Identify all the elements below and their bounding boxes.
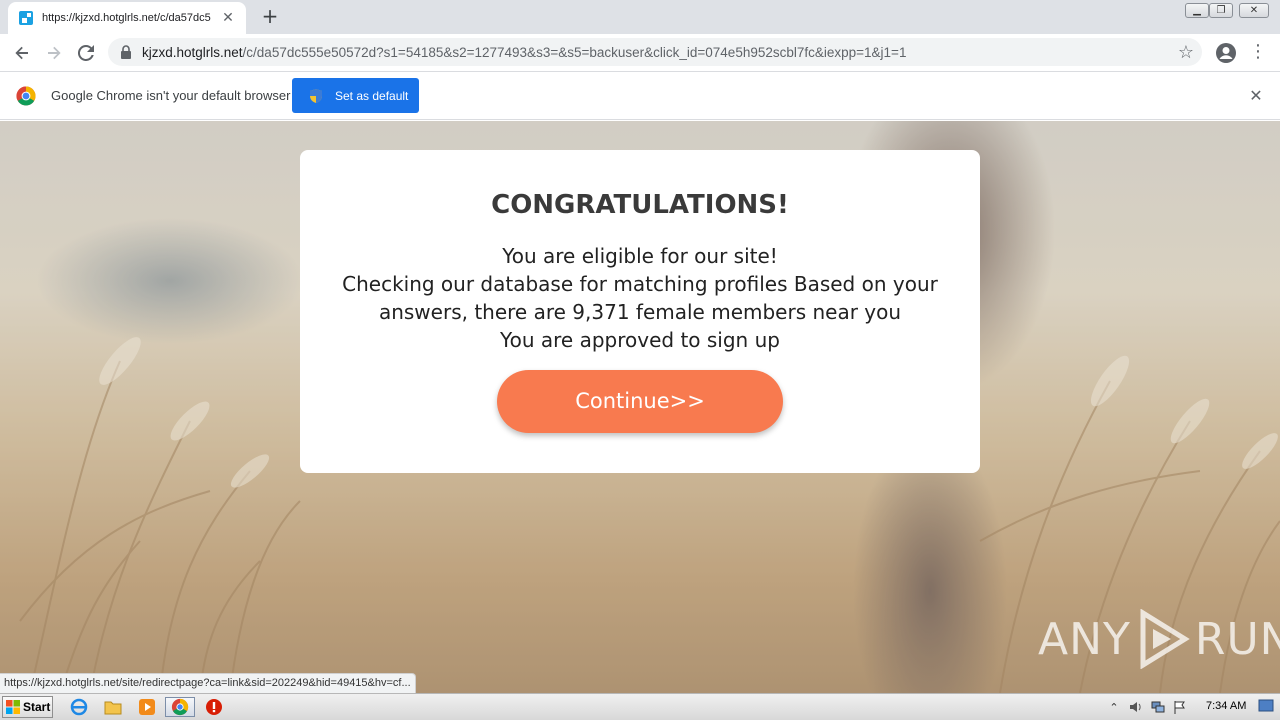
window-close-button[interactable]: ✕ xyxy=(1236,0,1272,20)
continue-button[interactable]: Continue>> xyxy=(497,370,783,433)
window-restore-button[interactable]: ❐ xyxy=(1206,0,1236,20)
play-triangle-icon xyxy=(1140,609,1190,669)
tab-close-icon[interactable]: ✕ xyxy=(220,10,236,26)
infobar-message: Google Chrome isn't your default browser xyxy=(51,88,291,103)
uac-shield-icon xyxy=(310,88,322,103)
browser-tab[interactable]: https://kjzxd.hotglrls.net/c/da57dc5 ✕ xyxy=(8,2,246,34)
browser-toolbar: kjzxd.hotglrls.net/c/da57dc555e50572d?s1… xyxy=(0,34,1280,72)
modal-body: You are eligible for our site! Checking … xyxy=(340,242,940,354)
congratulations-modal: CONGRATULATIONS! You are eligible for ou… xyxy=(300,150,980,473)
start-button[interactable]: Start xyxy=(2,696,53,718)
start-label: Start xyxy=(23,700,51,714)
reload-icon xyxy=(78,45,94,61)
lock-icon xyxy=(121,45,131,59)
modal-title: CONGRATULATIONS! xyxy=(491,190,789,220)
internet-explorer-icon[interactable] xyxy=(68,697,90,717)
network-icon[interactable] xyxy=(1150,699,1166,715)
url-text: kjzxd.hotglrls.net/c/da57dc555e50572d?s1… xyxy=(142,44,907,60)
taskbar-clock[interactable]: 7:34 AM xyxy=(1206,700,1246,712)
security-alert-icon[interactable] xyxy=(203,697,225,717)
default-browser-infobar: Google Chrome isn't your default browser… xyxy=(0,72,1280,120)
action-center-flag-icon[interactable] xyxy=(1172,699,1188,715)
media-player-icon[interactable] xyxy=(136,697,158,717)
account-icon[interactable] xyxy=(1214,41,1238,65)
windows-taskbar: Start ⌃ 7:34 AM xyxy=(0,693,1280,720)
infobar-close-icon[interactable]: ✕ xyxy=(1246,86,1266,106)
anyrun-watermark: ANY RUN xyxy=(1038,609,1280,669)
modal-line-approved: You are approved to sign up xyxy=(500,328,780,352)
volume-icon[interactable] xyxy=(1128,699,1144,715)
address-bar[interactable]: kjzxd.hotglrls.net/c/da57dc555e50572d?s1… xyxy=(108,38,1202,66)
chrome-taskbar-icon[interactable] xyxy=(165,697,195,717)
arrow-left-icon xyxy=(15,46,28,60)
modal-line-checking: Checking our database for matching profi… xyxy=(342,272,938,324)
set-as-default-button[interactable]: Set as default xyxy=(292,78,419,113)
back-button[interactable] xyxy=(10,41,34,65)
bookmark-star-icon[interactable]: ☆ xyxy=(1178,42,1194,63)
kebab-menu-icon[interactable]: ⋮ xyxy=(1248,41,1268,65)
tab-strip: https://kjzxd.hotglrls.net/c/da57dc5 ✕ +… xyxy=(0,0,1280,34)
tab-title: https://kjzxd.hotglrls.net/c/da57dc5 xyxy=(42,12,211,24)
show-desktop-icon[interactable] xyxy=(1258,699,1274,713)
forward-button[interactable] xyxy=(42,41,66,65)
web-page: CONGRATULATIONS! You are eligible for ou… xyxy=(0,121,1280,693)
modal-line-eligible: You are eligible for our site! xyxy=(502,244,778,268)
arrow-right-icon xyxy=(48,46,61,60)
reload-button[interactable] xyxy=(74,41,98,65)
system-tray: ⌃ xyxy=(1106,697,1188,717)
chrome-logo-icon xyxy=(16,86,36,106)
new-tab-button[interactable]: + xyxy=(258,5,282,29)
watermark-text-right: RUN xyxy=(1194,613,1280,665)
site-favicon-icon xyxy=(18,10,34,26)
file-explorer-icon[interactable] xyxy=(102,697,124,717)
link-status-bubble: https://kjzxd.hotglrls.net/site/redirect… xyxy=(0,673,416,693)
tray-expand-icon[interactable]: ⌃ xyxy=(1106,699,1122,715)
windows-logo-icon xyxy=(6,700,20,714)
set-as-default-label: Set as default xyxy=(335,88,409,103)
watermark-text-left: ANY xyxy=(1038,613,1131,665)
